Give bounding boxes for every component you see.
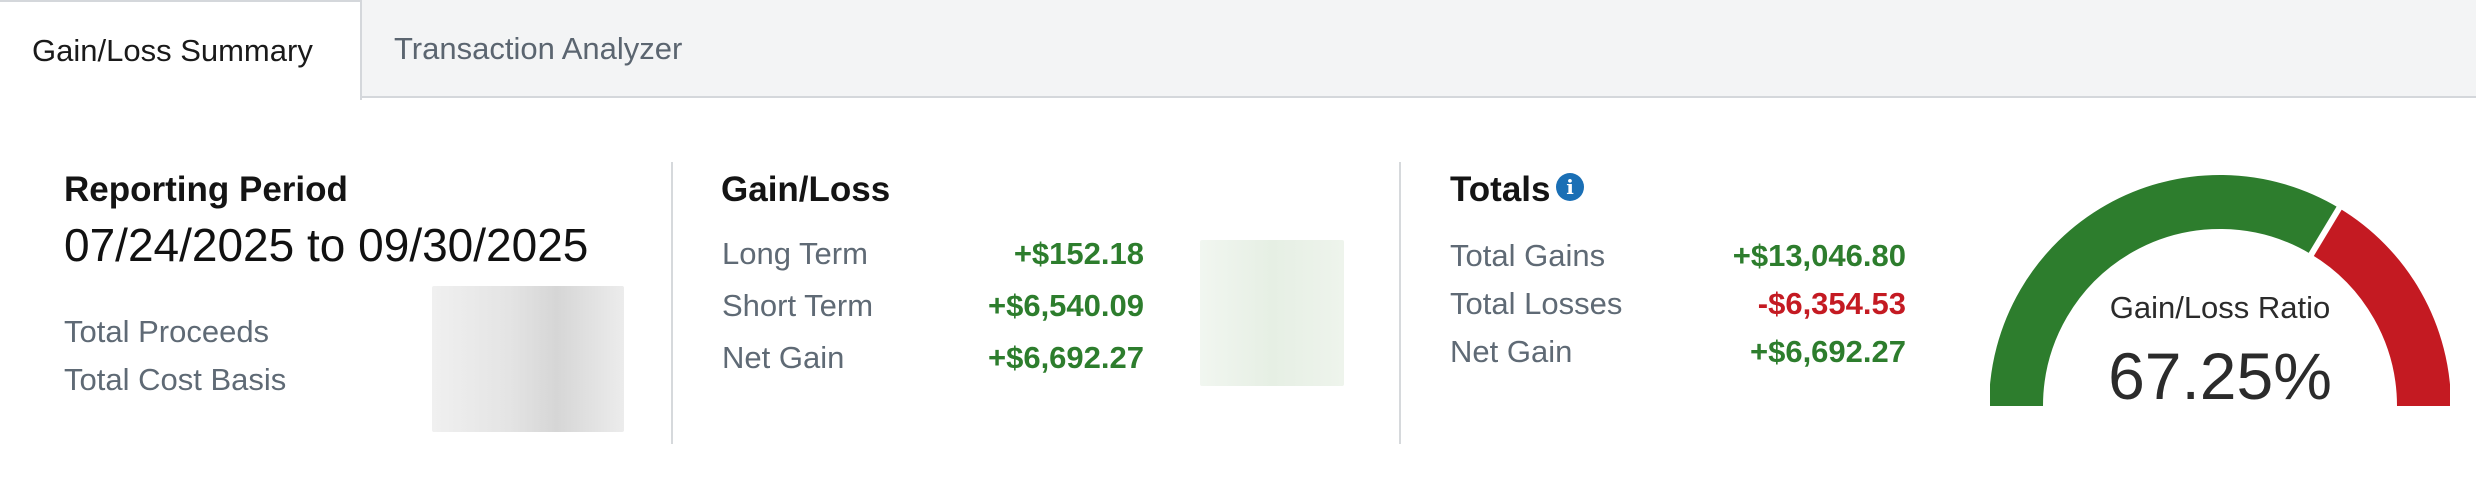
gain-loss-heading: Gain/Loss — [721, 170, 891, 209]
info-icon[interactable]: i — [1556, 173, 1584, 201]
gauge-value: 67.25% — [2108, 339, 2332, 413]
total-losses-value: -$6,354.53 — [1757, 286, 1906, 321]
total-cost-basis-label: Total Cost Basis — [64, 362, 287, 397]
reporting-period-heading: Reporting Period — [64, 170, 348, 209]
net-gain-value: +$6,692.27 — [987, 340, 1144, 375]
total-gains-value: +$13,046.80 — [1732, 238, 1906, 273]
tab-gain-loss-summary[interactable]: Gain/Loss Summary — [0, 0, 362, 100]
redacted-value — [1200, 240, 1344, 386]
total-proceeds-label: Total Proceeds — [64, 314, 270, 349]
net-gain-label: Net Gain — [1450, 334, 1573, 369]
reporting-period-range: 07/24/2025 to 09/30/2025 — [64, 219, 589, 271]
gauge-title: Gain/Loss Ratio — [2109, 290, 2331, 325]
tab-transaction-analyzer[interactable]: Transaction Analyzer — [394, 0, 682, 98]
redacted-value — [432, 286, 624, 432]
panel-divider — [1399, 162, 1401, 444]
net-gain-label: Net Gain — [722, 340, 845, 375]
net-gain-value: +$6,692.27 — [1749, 334, 1906, 369]
long-term-value: +$152.18 — [1013, 236, 1144, 271]
total-gains-label: Total Gains — [1450, 238, 1606, 273]
short-term-value: +$6,540.09 — [987, 288, 1144, 323]
gain-loss-ratio-gauge: Gain/Loss Ratio 67.25% — [1989, 160, 2451, 420]
long-term-label: Long Term — [722, 236, 868, 271]
totals-heading: Totals — [1450, 170, 1551, 209]
tab-bar: Gain/Loss Summary Transaction Analyzer — [0, 0, 2476, 100]
panel-divider — [671, 162, 673, 444]
total-losses-label: Total Losses — [1450, 286, 1623, 321]
short-term-label: Short Term — [722, 288, 874, 323]
